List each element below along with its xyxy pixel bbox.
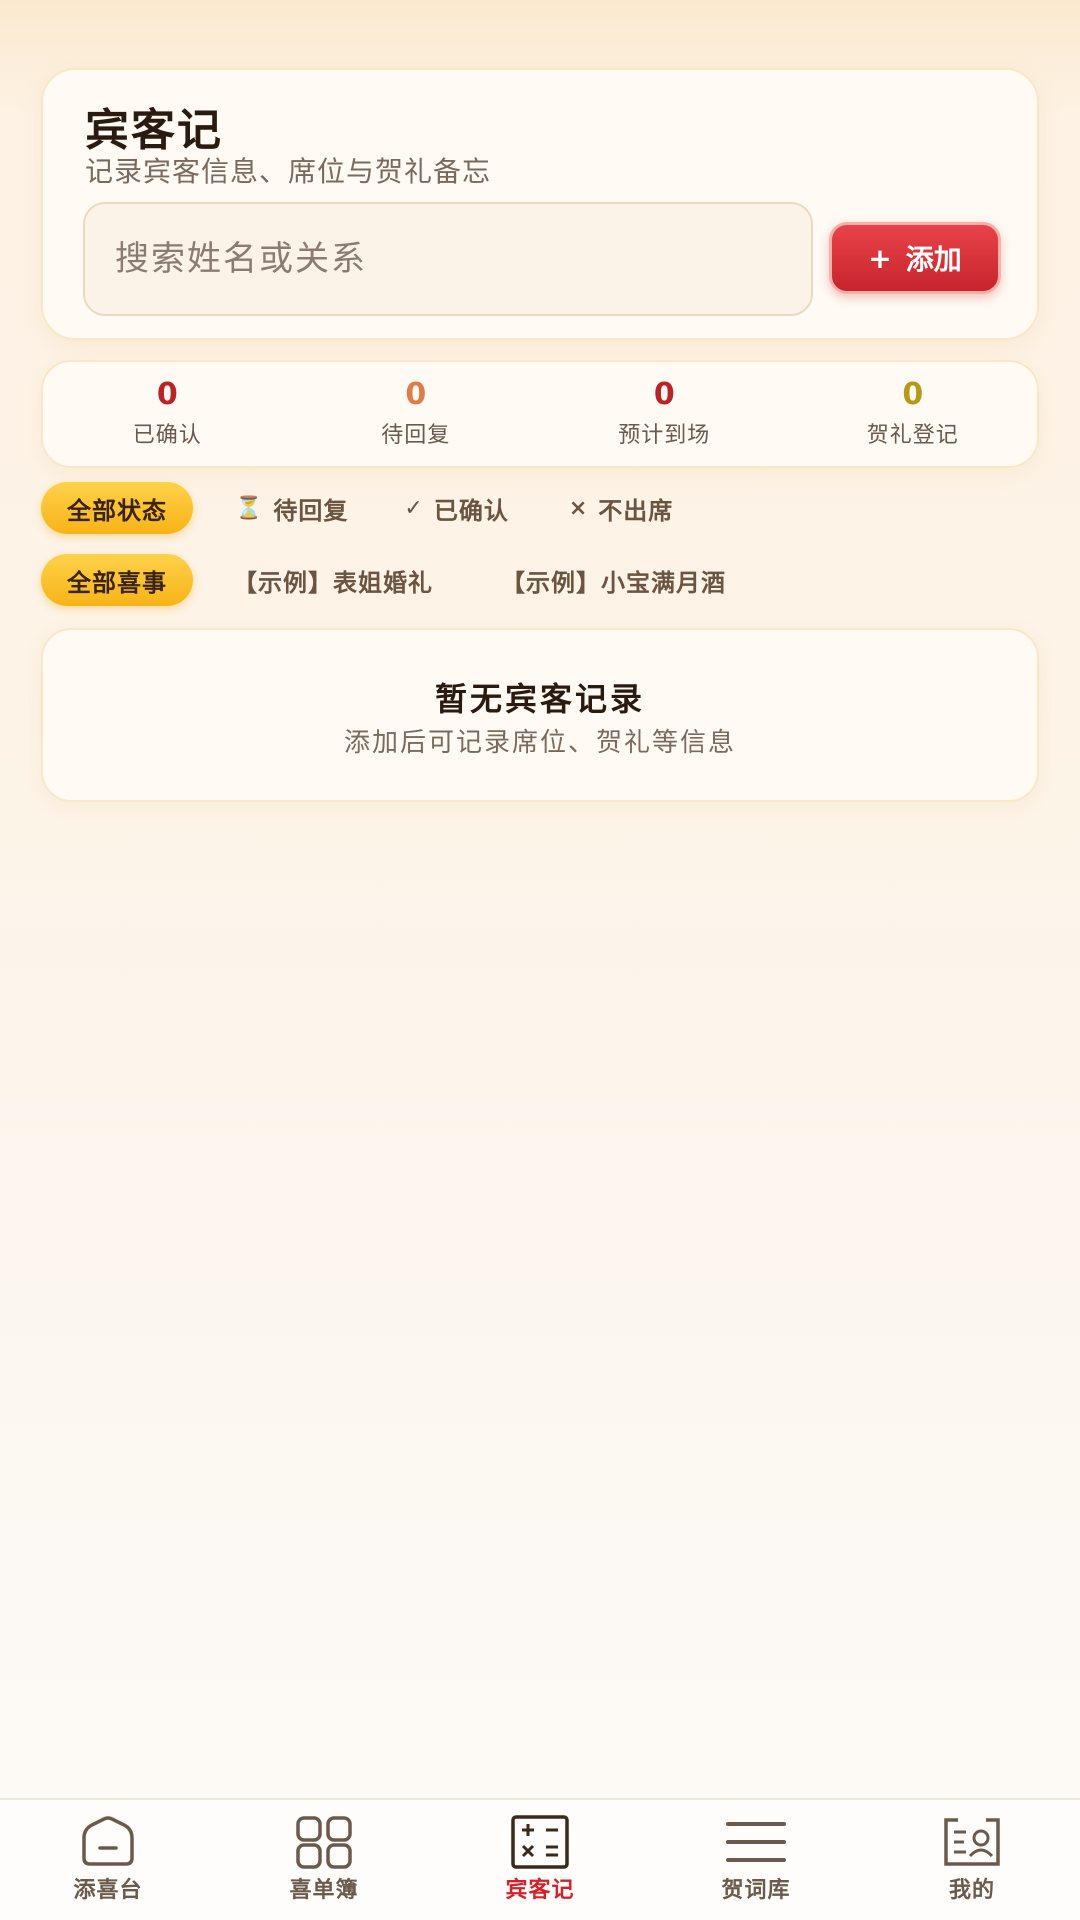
menu-lines-icon [726, 1822, 786, 1862]
nav-label: 宾客记 [505, 1878, 575, 1903]
filter-pending[interactable]: ⏳ 待回复 [235, 491, 348, 526]
filter-pending-label: 待回复 [273, 496, 349, 525]
nav-label: 添喜台 [73, 1878, 143, 1903]
filter-all-events[interactable]: 全部喜事 [41, 554, 193, 606]
stats-card: 0 已确认 0 待回复 0 预计到场 0 贺礼登记 [41, 360, 1039, 468]
grid-icon [296, 1816, 352, 1869]
stat-value: 0 [653, 377, 675, 412]
status-filter-row: 全部状态 ⏳ 待回复 ✓ 已确认 × 不出席 [41, 482, 673, 534]
stat-label: 已确认 [132, 423, 202, 448]
nav-label: 我的 [948, 1878, 995, 1903]
nav-item-home[interactable]: 添喜台 [0, 1800, 216, 1920]
plus-icon: + [868, 241, 892, 275]
page-title: 宾客记 [85, 105, 223, 156]
stat-value: 0 [902, 377, 924, 412]
nav-label: 贺词库 [721, 1878, 791, 1903]
nav-item-guests[interactable]: 宾客记 [432, 1800, 648, 1920]
calculator-icon [511, 1815, 569, 1869]
stat-pending: 0 待回复 [292, 362, 541, 466]
add-button[interactable]: + 添加 [829, 222, 1001, 294]
nav-item-list[interactable]: 喜单簿 [216, 1800, 432, 1920]
cross-icon: × [568, 495, 589, 521]
stat-label: 待回复 [381, 423, 451, 448]
filter-event-wedding[interactable]: 【示例】表姐婚礼 [233, 563, 433, 598]
profile-card-icon [944, 1818, 1000, 1866]
nav-label: 喜单簿 [289, 1878, 359, 1903]
nav-item-greetings[interactable]: 贺词库 [648, 1800, 864, 1920]
check-icon: ✓ [404, 495, 424, 521]
nav-item-me[interactable]: 我的 [864, 1800, 1080, 1920]
filter-absent-label: 不出席 [598, 496, 674, 525]
filter-event-fullmonth[interactable]: 【示例】小宝满月酒 [501, 563, 726, 598]
filter-all-status[interactable]: 全部状态 [41, 482, 193, 534]
event-filter-row: 全部喜事 【示例】表姐婚礼 【示例】小宝满月酒 [41, 554, 726, 606]
add-button-label: 添加 [905, 243, 962, 276]
stat-value: 0 [405, 377, 427, 412]
search-input[interactable] [83, 202, 813, 316]
stat-label: 贺礼登记 [866, 423, 959, 448]
empty-state-subtitle: 添加后可记录席位、贺礼等信息 [343, 728, 736, 758]
page-subtitle: 记录宾客信息、席位与贺礼备忘 [85, 155, 492, 188]
stat-expected: 0 预计到场 [540, 362, 789, 466]
stat-value: 0 [156, 377, 178, 412]
filter-confirmed[interactable]: ✓ 已确认 [404, 491, 508, 526]
stat-confirmed: 0 已确认 [43, 362, 292, 466]
home-icon [82, 1816, 134, 1866]
hourglass-icon: ⏳ [235, 495, 264, 521]
stat-gifts: 0 贺礼登记 [789, 362, 1038, 466]
stat-label: 预计到场 [618, 423, 711, 448]
bottom-nav: 添喜台 喜单簿 宾客记 贺词库 我的 [0, 1798, 1080, 1920]
filter-absent[interactable]: × 不出席 [569, 491, 673, 526]
empty-state-card: 暂无宾客记录 添加后可记录席位、贺礼等信息 [41, 628, 1039, 802]
filter-confirmed-label: 已确认 [433, 496, 509, 525]
empty-state-title: 暂无宾客记录 [434, 680, 645, 718]
header-card: 宾客记 记录宾客信息、席位与贺礼备忘 + 添加 [41, 68, 1039, 340]
